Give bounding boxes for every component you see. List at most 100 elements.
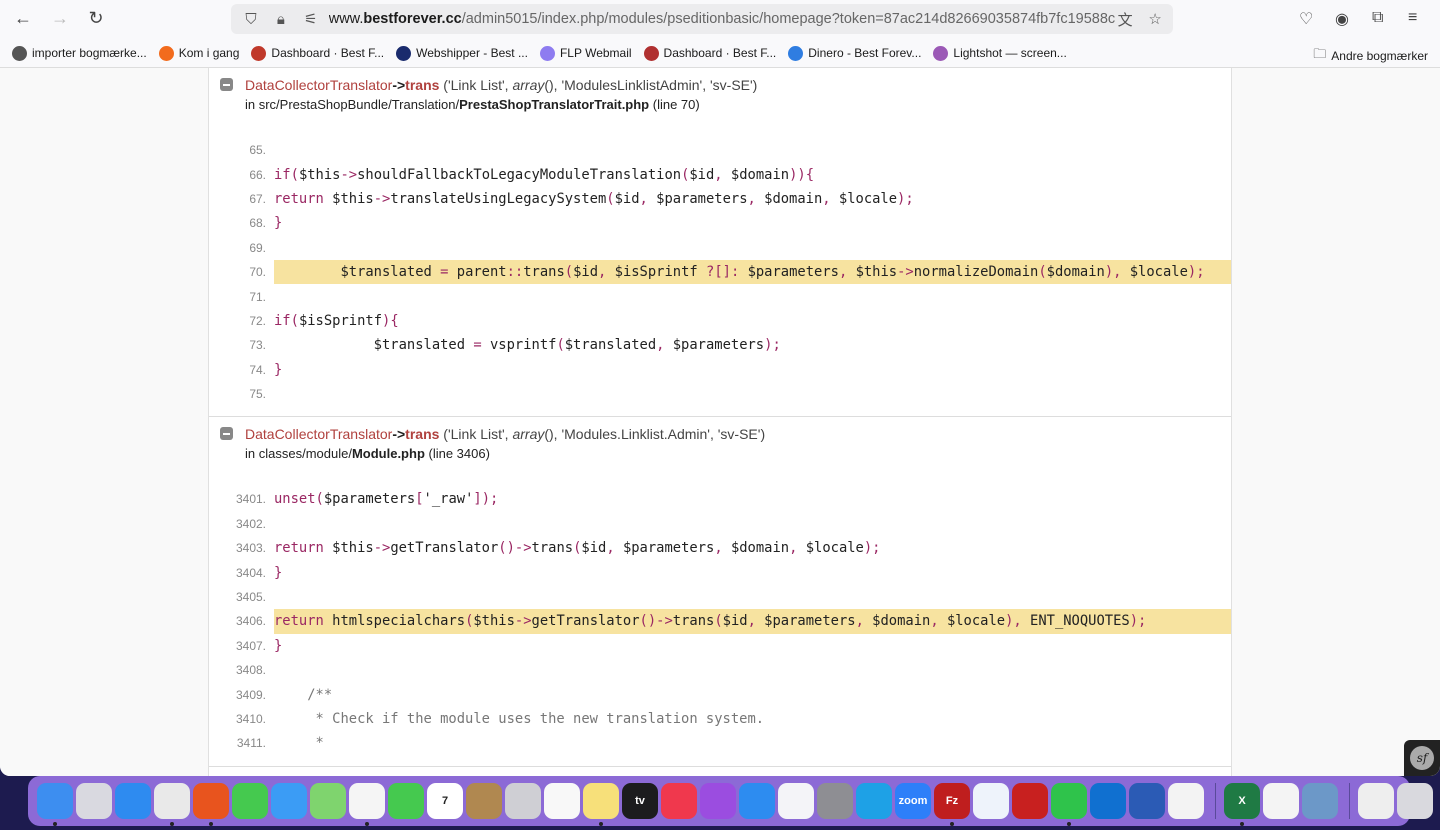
bookmark-favicon-icon xyxy=(12,45,27,61)
bookmark-favicon-icon xyxy=(933,45,949,61)
bookmark-item[interactable]: Lightshot — screen... xyxy=(933,45,1067,61)
bookmark-label: FLP Webmail xyxy=(559,46,632,60)
symfony-toolbar-toggle[interactable]: sf xyxy=(1404,740,1440,776)
trace-method: trans xyxy=(405,77,440,93)
code-line: 69. xyxy=(209,236,1231,260)
dock-separator xyxy=(1349,783,1350,819)
line-number: 73. xyxy=(249,338,266,353)
shield-icon[interactable]: ⛉ xyxy=(241,11,261,28)
collapse-toggle-icon[interactable] xyxy=(220,78,233,91)
forward-icon[interactable]: → xyxy=(49,8,71,29)
address-bar[interactable]: ⛉ 🔒︎ ⚟ www.bestforever.cc/admin5015/inde… xyxy=(231,4,1173,34)
bookmark-item[interactable]: importer bogmærke... xyxy=(12,45,147,61)
menu-icon[interactable]: ≡ xyxy=(1408,9,1417,27)
finder-icon[interactable] xyxy=(37,783,73,826)
firefox-icon[interactable] xyxy=(193,783,229,826)
bookmark-favicon-icon xyxy=(396,45,412,61)
code-line: 72. if ($isSprintf) { xyxy=(209,309,1231,333)
line-number: 3408. xyxy=(235,663,266,678)
calendar-icon[interactable]: 7 xyxy=(427,783,463,819)
bookmark-item[interactable]: Dashboard · Best F... xyxy=(251,45,384,61)
apple-tv-icon[interactable]: tv xyxy=(622,783,658,819)
collapse-toggle-icon[interactable] xyxy=(220,427,233,441)
podcasts-icon[interactable] xyxy=(700,783,736,819)
zoom-icon[interactable]: zoom xyxy=(895,783,931,819)
trace-class: DataCollectorTranslator xyxy=(245,426,393,443)
code-line: 71. xyxy=(209,284,1231,308)
bookmark-label: Dashboard · Best F... xyxy=(663,46,777,60)
mail-icon[interactable] xyxy=(271,783,307,819)
trace-arrow: -> xyxy=(392,77,406,93)
reminders-icon[interactable] xyxy=(544,783,580,819)
trash-icon[interactable] xyxy=(1397,783,1433,819)
account-icon[interactable]: ◉ xyxy=(1335,9,1349,29)
dock-icon-label: X xyxy=(1238,795,1246,807)
line-code: } xyxy=(274,637,283,654)
line-number: 70. xyxy=(249,265,266,280)
args-start: ('Link List', xyxy=(439,426,513,443)
calculator-icon[interactable] xyxy=(505,783,541,819)
permissions-icon[interactable]: ⚟ xyxy=(301,10,321,28)
bookmark-item[interactable]: Kom i gang xyxy=(158,45,239,61)
skype-icon[interactable] xyxy=(856,783,892,819)
music-icon[interactable] xyxy=(661,783,697,819)
bookmark-item[interactable]: Dinero - Best Forev... xyxy=(788,45,922,61)
documents-icon[interactable] xyxy=(1358,783,1394,819)
acrobat-icon[interactable] xyxy=(1012,783,1048,819)
onedrive-icon[interactable] xyxy=(973,783,1009,819)
app-store-icon[interactable] xyxy=(739,783,775,819)
microsoft-store-icon[interactable] xyxy=(1168,783,1204,819)
code-line: 3402. xyxy=(209,512,1231,536)
reload-icon[interactable]: ↻ xyxy=(85,8,107,29)
maps-icon[interactable] xyxy=(310,783,346,819)
bookmark-item[interactable]: Dashboard · Best F... xyxy=(643,45,777,61)
back-icon[interactable]: ← xyxy=(12,8,34,29)
bookmark-item[interactable]: Webshipper - Best ... xyxy=(396,45,528,61)
filezilla-icon[interactable]: Fz xyxy=(934,783,970,826)
system-settings-icon[interactable] xyxy=(817,783,853,819)
bookmark-label: Webshipper - Best ... xyxy=(416,46,528,60)
code-line: 65. xyxy=(209,138,1231,162)
code-excerpt: 65. 66. if ($this -> shouldFallbackToLegacy… xyxy=(209,138,1231,416)
dock-icon-label: Fz xyxy=(945,795,959,807)
other-bookmarks[interactable]: 🗀 Andre bogmærker xyxy=(1313,45,1428,67)
line-code: if ($this -> shouldFallbackToLegacyModuleT… xyxy=(274,166,814,183)
lock-icon[interactable]: 🔒︎ xyxy=(271,11,291,28)
contacts-icon[interactable] xyxy=(466,783,502,819)
word-icon[interactable] xyxy=(1129,783,1165,819)
safari-icon[interactable] xyxy=(115,783,151,819)
teams-icon[interactable] xyxy=(778,783,814,819)
bookmark-item[interactable]: FLP Webmail xyxy=(539,45,632,61)
bookmark-favicon-icon xyxy=(788,45,804,61)
launchpad-icon[interactable] xyxy=(76,783,112,819)
line-number: 3407. xyxy=(235,638,266,653)
preview-icon[interactable] xyxy=(1302,783,1338,819)
messages-icon[interactable] xyxy=(232,783,268,819)
trace-file: in classes/module/Module.php (line 3406) xyxy=(245,446,1231,461)
line-number: 66. xyxy=(249,167,266,182)
browser-window: ← → ↻ ⛉ 🔒︎ ⚟ www.bestforever.cc/admin501… xyxy=(0,0,1440,776)
notes-icon[interactable] xyxy=(583,783,619,826)
translate-icon[interactable]: 文 xyxy=(1115,9,1135,30)
photos-icon[interactable] xyxy=(349,783,385,826)
url-text[interactable]: www.bestforever.cc/admin5015/index.php/m… xyxy=(329,11,1115,27)
facetime-icon[interactable] xyxy=(388,783,424,819)
pocket-icon[interactable]: ♡ xyxy=(1299,9,1313,29)
excel-icon[interactable]: X xyxy=(1224,783,1260,826)
bookmark-label: Dinero - Best Forev... xyxy=(808,46,922,60)
args-array: array xyxy=(512,77,545,93)
file-path: in classes/module/ xyxy=(245,446,352,462)
whatsapp-icon[interactable] xyxy=(1051,783,1087,826)
extensions-icon[interactable]: ⧉ xyxy=(1372,9,1383,27)
chrome-icon[interactable] xyxy=(154,783,190,826)
outlook-icon[interactable] xyxy=(1090,783,1126,819)
dock-icon-label: zoom xyxy=(898,795,928,807)
trace-entry: DataCollectorTranslator->trans ('Link Li… xyxy=(209,68,1231,418)
textedit-icon[interactable] xyxy=(1263,783,1299,819)
symfony-logo-icon: sf xyxy=(1410,746,1434,770)
star-icon[interactable]: ☆ xyxy=(1145,10,1165,28)
line-number: 71. xyxy=(249,289,266,304)
bookmark-favicon-icon xyxy=(643,45,659,61)
